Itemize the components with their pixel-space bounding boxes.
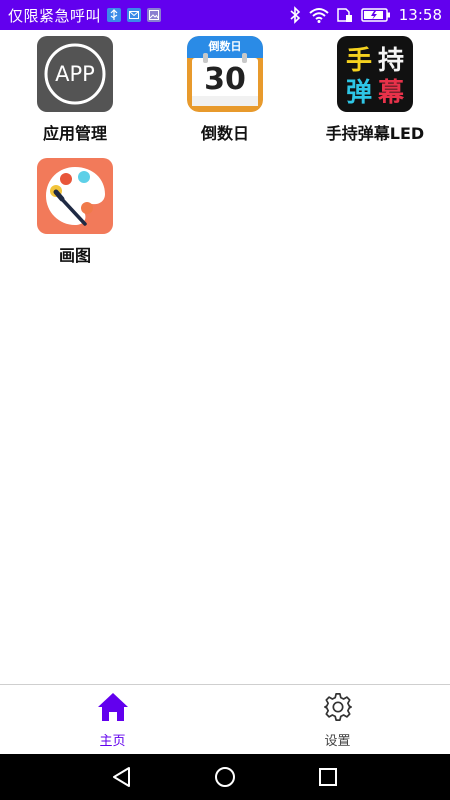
app-label: 应用管理 xyxy=(42,124,107,143)
app-management-icon: APP xyxy=(37,36,113,112)
bluetooth-icon xyxy=(289,6,301,24)
battery-icon xyxy=(361,7,391,23)
nav-label-home: 主页 xyxy=(99,733,126,749)
app-tile-paint[interactable]: 画图 xyxy=(0,158,150,270)
home-system-button[interactable] xyxy=(205,757,245,797)
led-char: 弹 xyxy=(345,77,372,108)
settings-gear-icon xyxy=(322,692,354,726)
recents-square-icon xyxy=(319,768,338,786)
app-label: 手持弹幕LED xyxy=(325,124,425,143)
app-icon-text: APP xyxy=(55,62,95,86)
gallery-icon xyxy=(147,8,162,22)
nav-item-settings[interactable]: 设置 xyxy=(225,685,450,755)
led-char: 幕 xyxy=(377,77,404,108)
countdown-calendar-icon: 倒数日 30 xyxy=(187,36,263,112)
calendar-number: 30 xyxy=(204,62,246,97)
wifi-icon xyxy=(309,7,329,23)
calendar-header-text: 倒数日 xyxy=(208,40,242,53)
nav-item-home[interactable]: 主页 xyxy=(0,685,225,755)
recents-button[interactable] xyxy=(308,757,348,797)
clock: 13:58 xyxy=(398,6,442,24)
mail-icon xyxy=(127,8,142,22)
usb-icon xyxy=(107,8,122,22)
system-navigation-bar xyxy=(0,754,450,800)
app-grid: APP 应用管理 倒数日 30 倒数日 手 持 弹 幕 手持弹幕LED 画图 xyxy=(0,36,450,270)
app-tile-app-management[interactable]: APP 应用管理 xyxy=(0,36,150,148)
home-circle-icon xyxy=(214,767,235,787)
bottom-navigation: 主页 设置 xyxy=(0,684,450,755)
paint-palette-icon xyxy=(37,158,113,234)
nav-label-settings: 设置 xyxy=(324,733,351,749)
home-icon xyxy=(97,692,129,726)
app-tile-countdown[interactable]: 倒数日 30 倒数日 xyxy=(150,36,300,148)
back-triangle-icon xyxy=(112,767,130,787)
sim-icon xyxy=(337,7,353,23)
app-tile-led-danmaku[interactable]: 手 持 弹 幕 手持弹幕LED xyxy=(300,36,450,148)
led-danmaku-icon: 手 持 弹 幕 xyxy=(337,36,413,112)
app-label: 画图 xyxy=(58,246,91,265)
app-label: 倒数日 xyxy=(200,124,249,143)
status-bar: 仅限紧急呼叫 13:58 xyxy=(0,0,450,30)
carrier-text: 仅限紧急呼叫 xyxy=(8,6,102,25)
back-button[interactable] xyxy=(102,757,142,797)
